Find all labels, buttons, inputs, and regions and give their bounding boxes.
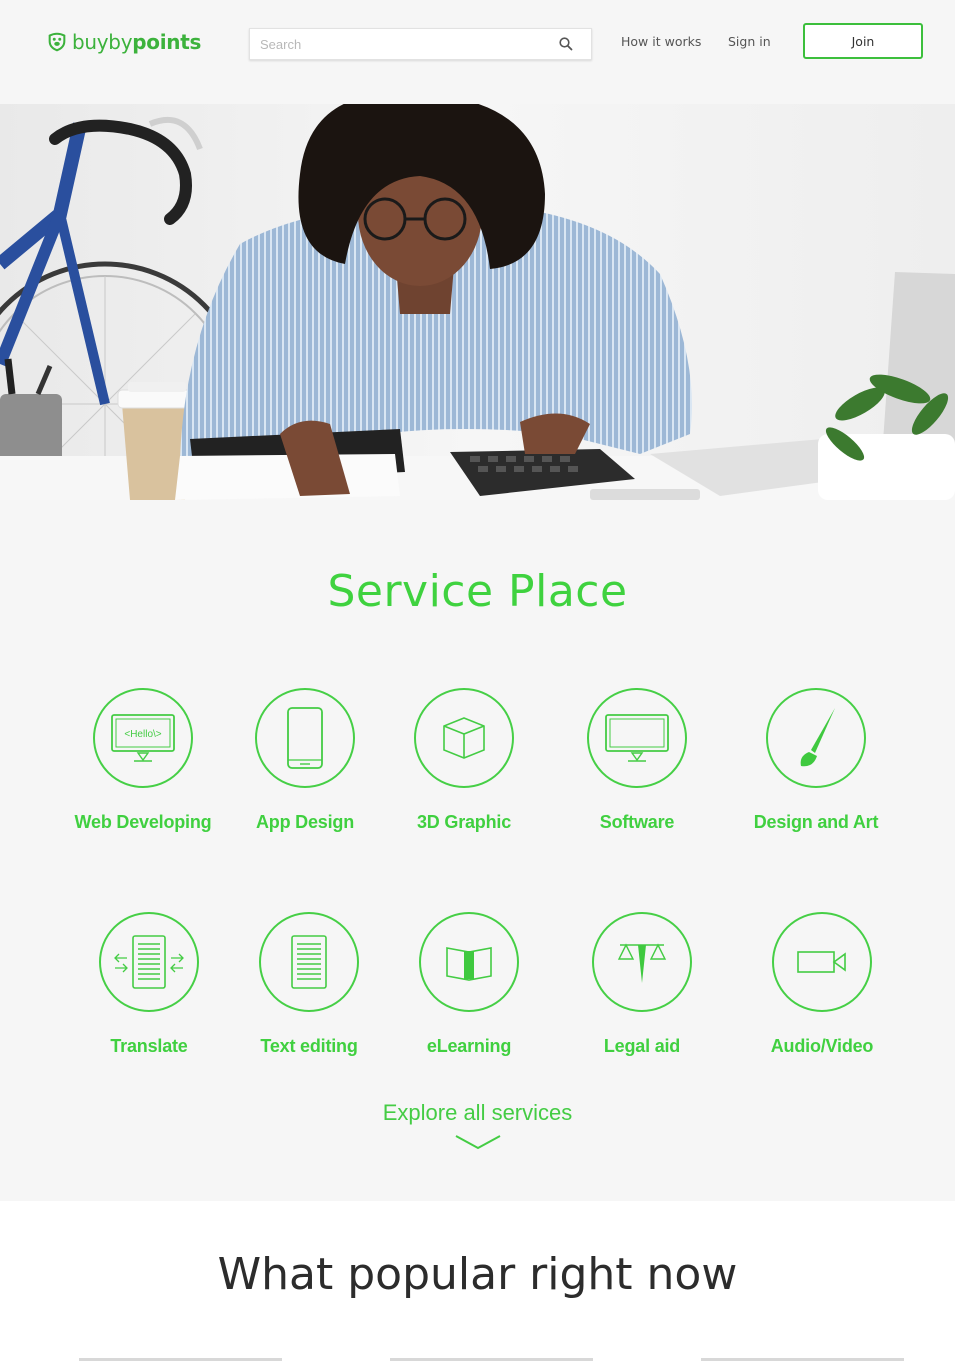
header: buybypoints How it works Sign in Join [0,0,955,104]
web-developing-icon-text: <Hello\> [124,729,161,740]
service-software[interactable]: Software [552,688,722,833]
elearning-icon [446,947,492,981]
search-bar [249,28,592,60]
service-label: Legal aid [603,1036,681,1056]
service-audio-video[interactable]: Audio/Video [737,912,907,1057]
service-3d-graphic[interactable]: 3D Graphic [379,688,549,833]
audio-video-icon [797,951,846,973]
explore-all-services-label: Explore all services [382,1100,573,1125]
translate-icon [114,935,184,989]
legal-aid-icon [617,943,667,983]
service-label: App Design [255,812,354,832]
paw-badge-icon [48,32,66,52]
service-icon-circle: <Hello\> [93,688,193,788]
chevron-down-icon[interactable] [454,1132,502,1152]
3d-graphic-icon [443,717,485,759]
software-icon [605,714,669,762]
service-elearning[interactable]: eLearning [384,912,554,1057]
logo-text-light: buyby [72,30,133,54]
services-title: Service Place [327,566,628,617]
logo[interactable]: buybypoints [46,30,201,54]
logo-text-bold: points [132,30,202,54]
popular-section: What popular right now [0,1201,955,1361]
service-translate[interactable]: Translate [64,912,234,1057]
hero-image [0,104,955,500]
design-and-art-icon [800,708,835,767]
service-label: Web Developing [74,812,212,832]
service-label: eLearning [426,1036,512,1056]
service-label: Translate [110,1036,188,1056]
service-legal-aid[interactable]: Legal aid [557,912,727,1057]
service-label: Audio/Video [770,1036,874,1056]
join-button[interactable]: Join [803,23,923,59]
service-app-design[interactable]: App Design [220,688,390,833]
service-icon-circle [592,912,692,1012]
service-text-editing[interactable]: Text editing [224,912,394,1057]
service-label: 3D Graphic [416,812,512,832]
service-icon-circle [259,912,359,1012]
text-editing-icon [291,935,327,989]
service-label: Software [599,812,675,832]
service-icon-circle [255,688,355,788]
service-icon-circle [99,912,199,1012]
service-design-and-art[interactable]: Design and Art [731,688,901,833]
service-web-developing[interactable]: <Hello\> Web Developing [58,688,228,833]
how-it-works-link[interactable]: How it works [621,34,701,49]
explore-all-services-link[interactable]: Explore all services [0,1100,955,1152]
logo-text: buybypoints [72,30,201,54]
web-developing-icon: <Hello\> [111,714,175,762]
service-icon-circle [419,912,519,1012]
service-icon-circle [766,688,866,788]
service-label: Text editing [260,1036,358,1056]
search-input[interactable] [250,29,558,59]
service-icon-circle [772,912,872,1012]
service-icon-circle [587,688,687,788]
service-label: Design and Art [753,812,879,832]
app-design-icon [287,707,323,769]
search-icon[interactable] [558,36,574,52]
service-icon-circle [414,688,514,788]
woman-working-with-calculator-photo [0,104,955,500]
services-section: Service Place <Hello\> Web Developing Ap… [0,500,955,1201]
popular-title: What popular right now [217,1249,738,1300]
sign-in-link[interactable]: Sign in [728,34,771,49]
